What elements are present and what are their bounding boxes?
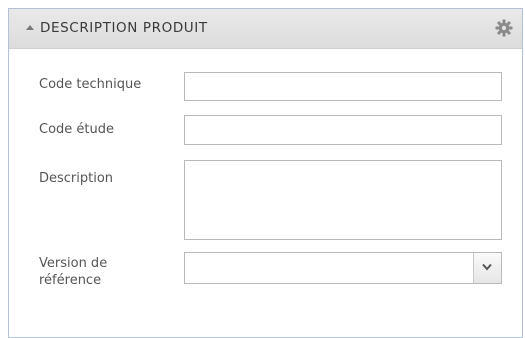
code-etude-input[interactable]	[184, 115, 502, 145]
code-etude-label: Code étude	[39, 122, 114, 137]
code-technique-label: Code technique	[39, 77, 142, 92]
description-textarea[interactable]	[184, 160, 502, 240]
product-description-panel: DESCRIPTION PRODUIT Code technique Code …	[8, 8, 523, 338]
code-technique-input[interactable]	[184, 72, 502, 101]
panel-header[interactable]: DESCRIPTION PRODUIT	[9, 9, 522, 49]
dropdown-button[interactable]	[473, 253, 501, 283]
gear-icon[interactable]	[495, 19, 513, 37]
version-reference-label-line1: Version de	[39, 256, 108, 271]
version-reference-select[interactable]	[184, 252, 502, 284]
chevron-up-icon[interactable]	[26, 25, 34, 30]
panel-title: DESCRIPTION PRODUIT	[40, 20, 208, 36]
version-reference-label-line2: référence	[39, 273, 102, 288]
chevron-down-icon	[482, 263, 492, 271]
description-label: Description	[39, 171, 114, 186]
